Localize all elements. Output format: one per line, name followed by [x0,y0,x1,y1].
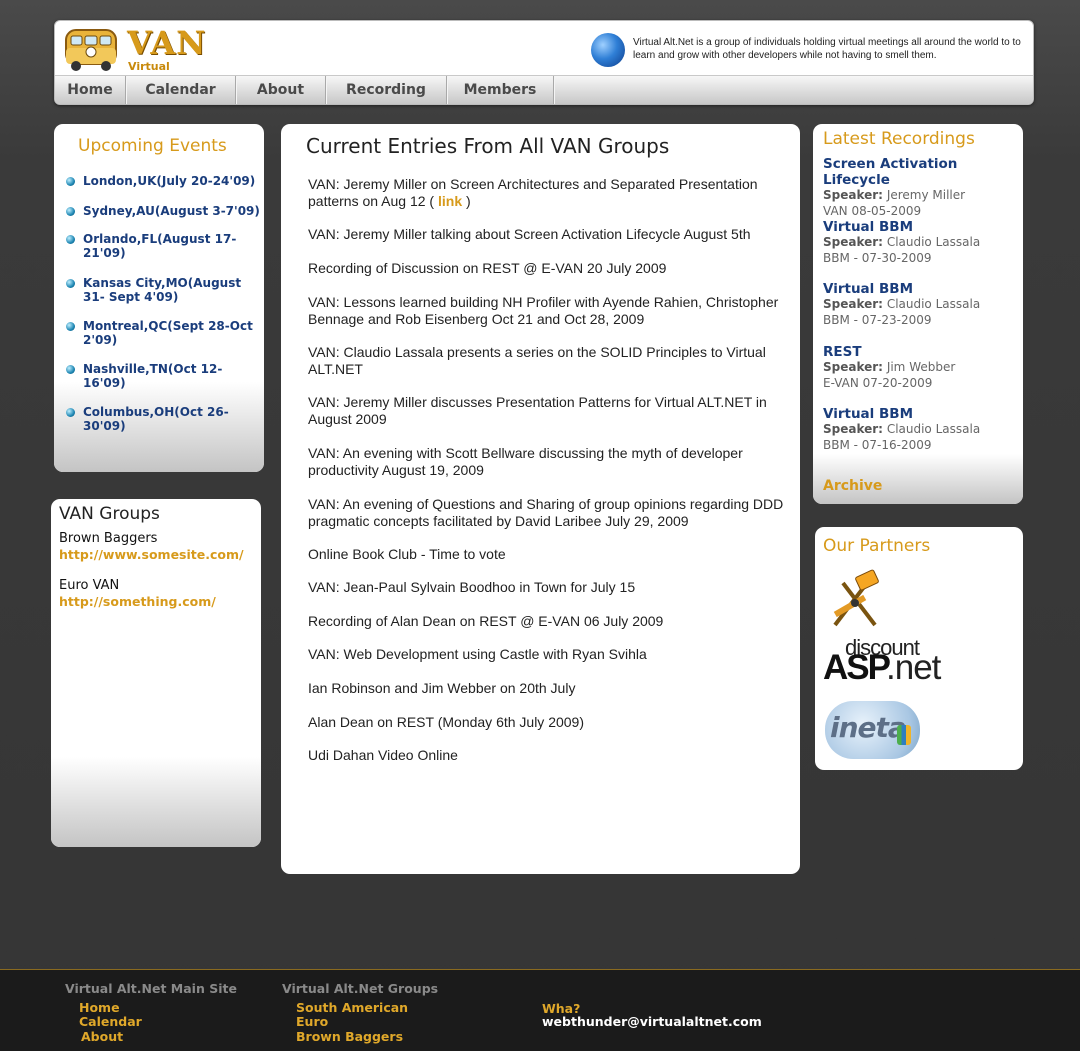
nav-about[interactable]: About [236,76,326,104]
globe-bullet-icon [66,408,75,417]
group-entry: Euro VAN http://something.com/ [59,578,216,610]
site-header: VAN Virtual Alt.Net Virtual Alt.Net is a… [54,20,1034,105]
partner-logo-ineta[interactable]: ineta [825,701,920,759]
recording-title[interactable]: Virtual BBM [823,281,1019,297]
partners-title: Our Partners [823,536,931,556]
globe-icon [591,33,625,67]
entry-item[interactable]: VAN: Jean-Paul Sylvain Boodhoo in Town f… [308,579,786,596]
globe-bullet-icon [66,365,75,374]
event-item[interactable]: Sydney,AU(August 3-7'09) [66,204,260,218]
event-item[interactable]: Orlando,FL(August 17-21'09) [66,232,262,260]
latest-recordings-panel: Latest Recordings Screen Activation Life… [813,124,1023,504]
event-item[interactable]: Kansas City,MO(August 31- Sept 4'09) [66,276,262,304]
group-link[interactable]: http://www.somesite.com/ [59,547,244,563]
group-link[interactable]: http://something.com/ [59,594,216,610]
latest-recordings-title: Latest Recordings [823,129,975,149]
group-entry: Brown Baggers http://www.somesite.com/ [59,531,244,563]
recording-item: Virtual BBM Speaker: Claudio Lassala BBM… [823,219,1019,266]
van-bus-icon [65,29,117,71]
site-tagline: Virtual Alt.Net is a group of individual… [633,37,1021,61]
entry-item[interactable]: Alan Dean on REST (Monday 6th July 2009) [308,714,786,731]
entry-item[interactable]: VAN: Web Development using Castle with R… [308,646,786,663]
current-entries-panel: Current Entries From All VAN Groups VAN:… [281,124,800,874]
partner-logo-tools-icon[interactable] [823,567,889,633]
recording-title[interactable]: Virtual BBM [823,219,1019,235]
globe-bullet-icon [66,207,75,216]
recording-item: REST Speaker: Jim Webber E-VAN 07-20-200… [823,344,1019,391]
footer-main-site-title: Virtual Alt.Net Main Site [65,981,237,996]
group-name: Euro VAN [59,578,120,593]
logo-text: VAN [127,24,207,62]
event-item[interactable]: Columbus,OH(Oct 26-30'09) [66,405,262,433]
entry-item[interactable]: Ian Robinson and Jim Webber on 20th July [308,680,786,697]
recording-title[interactable]: Virtual BBM [823,406,1019,422]
globe-bullet-icon [66,279,75,288]
entry-item[interactable]: Online Book Club - Time to vote [308,546,786,563]
recording-item: Screen Activation Lifecycle Speaker: Jer… [823,156,1019,219]
footer-link-euro[interactable]: Euro [296,1014,328,1029]
main-title: Current Entries From All VAN Groups [306,134,670,158]
site-footer: Virtual Alt.Net Main Site Home Calendar … [0,969,1080,1051]
footer-link-calendar[interactable]: Calendar [79,1014,142,1029]
people-icon [897,725,911,745]
event-item[interactable]: Montreal,QC(Sept 28-Oct 2'09) [66,319,262,347]
entry-item: VAN: Jeremy Miller on Screen Architectur… [308,176,758,209]
entry-item[interactable]: VAN: Jeremy Miller talking about Screen … [308,226,786,243]
nav-recording[interactable]: Recording [326,76,447,104]
footer-link-home[interactable]: Home [79,1000,120,1015]
van-logo[interactable]: VAN Virtual Alt.Net [63,24,213,86]
upcoming-events-title: Upcoming Events [78,136,227,156]
entry-item[interactable]: VAN: Claudio Lassala presents a series o… [308,344,786,378]
van-groups-title: VAN Groups [59,504,160,524]
footer-link-brown-baggers[interactable]: Brown Baggers [296,1029,403,1044]
entry-link[interactable]: link [438,193,462,209]
entry-item[interactable]: Recording of Discussion on REST @ E-VAN … [308,260,786,277]
upcoming-events-panel: Upcoming Events London,UK(July 20-24'09)… [54,124,264,472]
footer-link-south-american[interactable]: South American [296,1000,408,1015]
event-item[interactable]: London,UK(July 20-24'09) [66,174,255,188]
recording-title[interactable]: Screen Activation Lifecycle [823,156,1019,188]
entry-item[interactable]: VAN: Lessons learned building NH Profile… [308,294,786,328]
group-name: Brown Baggers [59,531,158,546]
archive-link[interactable]: Archive [823,478,882,494]
recording-item: Virtual BBM Speaker: Claudio Lassala BBM… [823,281,1019,328]
event-item[interactable]: Nashville,TN(Oct 12-16'09) [66,362,262,390]
recording-item: Virtual BBM Speaker: Claudio Lassala BBM… [823,406,1019,453]
footer-link-about[interactable]: About [81,1029,123,1044]
entry-item[interactable]: Udi Dahan Video Online [308,747,786,764]
globe-bullet-icon [66,177,75,186]
van-groups-panel: VAN Groups Brown Baggers http://www.some… [51,499,261,847]
recording-title[interactable]: REST [823,344,1019,360]
partners-panel: Our Partners discount ASP .net ineta [815,527,1023,770]
nav-members[interactable]: Members [447,76,554,104]
nav-calendar[interactable]: Calendar [126,76,236,104]
entry-item[interactable]: VAN: Jeremy Miller discusses Presentatio… [308,394,786,428]
globe-bullet-icon [66,322,75,331]
partner-logo-discountasp[interactable]: discount ASP .net [823,635,963,687]
entry-item[interactable]: Recording of Alan Dean on REST @ E-VAN 0… [308,613,786,630]
footer-email-link[interactable]: webthunder@virtualaltnet.com [542,1014,762,1029]
entry-item[interactable]: VAN: An evening with Scott Bellware disc… [308,445,786,479]
globe-bullet-icon [66,235,75,244]
entry-item[interactable]: VAN: An evening of Questions and Sharing… [308,496,786,530]
main-nav: Home Calendar About Recording Members [55,75,1033,104]
nav-home[interactable]: Home [55,76,126,104]
footer-groups-title: Virtual Alt.Net Groups [282,981,439,996]
